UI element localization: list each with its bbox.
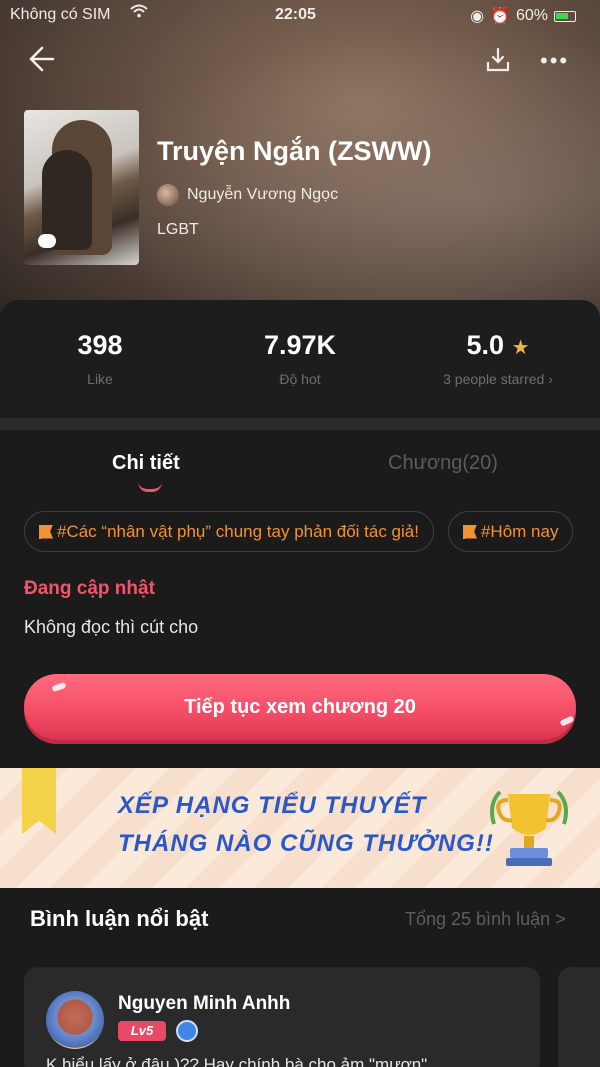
comment-card[interactable]: Nguyen Minh Anhh Lv5 K hiểu lấy ở đâu )?… <box>24 967 540 1067</box>
likes-stat: 398 Like <box>50 330 150 387</box>
tag-label: #Hôm nay <box>480 521 559 541</box>
battery-percent: 60% <box>515 7 548 24</box>
battery-icon <box>554 10 576 22</box>
likes-value: 398 <box>77 330 123 360</box>
banner-line-1: XẾP HẠNG TIỂU THUYẾT <box>118 792 427 819</box>
chat-bubble-icon <box>38 234 56 248</box>
tab-details[interactable]: Chi tiết <box>112 452 180 475</box>
tab-bar: Chi tiết Chương(20) <box>0 430 600 500</box>
author-name: Nguyễn Vương Ngọc <box>187 186 339 203</box>
banner-line-2: THÁNG NÀO CŨNG THƯỞNG!! <box>118 830 494 857</box>
commenter-avatar[interactable] <box>46 991 104 1049</box>
status-bar: Không có SIM 22:05 ◉ ⏰ 60% <box>0 0 600 32</box>
featured-comments-title: Bình luận nổi bật <box>30 906 209 931</box>
download-icon[interactable] <box>484 46 512 74</box>
top-bar: ••• <box>0 40 600 84</box>
tab-indicator <box>138 482 162 492</box>
hot-stat: 7.97K Độ hot <box>240 330 360 387</box>
author-avatar <box>157 184 179 206</box>
diamond-badge-icon <box>176 1020 198 1042</box>
book-title: Truyện Ngắn (ZSWW) <box>157 136 432 166</box>
carrier-label: Không có SIM <box>10 6 111 23</box>
trophy-icon <box>490 790 568 866</box>
update-status: Đang cập nhật <box>24 578 155 599</box>
ribbon-decoration <box>22 768 56 834</box>
rating-value: 5.0 <box>466 330 505 360</box>
tag-list: #Các “nhân vật phụ” chung tay phản đối t… <box>24 511 576 553</box>
all-comments-link[interactable]: Tổng 25 bình luận > <box>405 909 566 930</box>
star-icon: ★ <box>511 337 530 359</box>
genre-label: LGBT <box>157 221 199 238</box>
divider <box>0 418 600 430</box>
tag-label: #Các “nhân vật phụ” chung tay phản đối t… <box>57 521 419 541</box>
book-cover[interactable] <box>24 110 139 265</box>
ranking-banner[interactable]: XẾP HẠNG TIỂU THUYẾT THÁNG NÀO CŨNG THƯỞ… <box>0 768 600 888</box>
commenter-name: Nguyen Minh Anhh <box>118 993 291 1014</box>
hot-value: 7.97K <box>263 330 337 360</box>
rating-label: 3 people starred <box>443 371 545 387</box>
tab-chapters[interactable]: Chương(20) <box>388 452 498 475</box>
level-badge: Lv5 <box>118 1021 166 1041</box>
author-row[interactable]: Nguyễn Vương Ngọc <box>157 184 338 206</box>
likes-label: Like <box>87 371 113 387</box>
continue-reading-label: Tiếp tục xem chương 20 <box>184 696 416 718</box>
flag-icon <box>39 524 53 539</box>
tag-chip[interactable]: #Các “nhân vật phụ” chung tay phản đối t… <box>24 511 434 552</box>
continue-reading-button[interactable]: Tiếp tục xem chương 20 <box>24 674 576 740</box>
back-arrow-icon[interactable] <box>26 44 56 80</box>
clock: 22:05 <box>275 6 316 23</box>
wifi-icon <box>130 4 148 23</box>
hot-label: Độ hot <box>279 371 321 387</box>
comment-text: K hiểu lấy ở đâu )?? Hay chính bà cho ảm… <box>46 1055 428 1067</box>
tag-chip[interactable]: #Hôm nay <box>447 511 574 552</box>
comment-card[interactable] <box>558 967 600 1067</box>
flag-icon <box>462 524 477 539</box>
lock-rotation-icon: ◉ <box>470 8 485 25</box>
book-description: Không đọc thì cút cho <box>24 617 199 637</box>
rating-stat[interactable]: 5.0 ★ 3 people starred › <box>418 330 578 387</box>
alarm-icon: ⏰ <box>490 8 510 25</box>
stats-panel: 398 Like 7.97K Độ hot 5.0 ★ 3 people sta… <box>0 300 600 418</box>
more-options-icon[interactable]: ••• <box>540 48 569 74</box>
chevron-right-icon: › <box>548 371 553 387</box>
